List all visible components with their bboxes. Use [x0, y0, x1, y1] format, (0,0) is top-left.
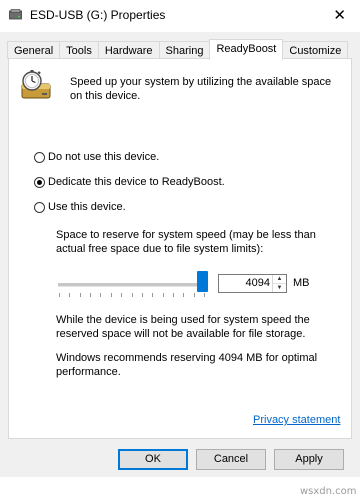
tab-tools[interactable]: Tools — [59, 41, 99, 59]
option-do-not-use[interactable]: Do not use this device. — [34, 151, 159, 163]
option-dedicate[interactable]: Dedicate this device to ReadyBoost. — [34, 176, 225, 188]
ok-button[interactable]: OK — [118, 449, 188, 470]
title-bar: ESD-USB (G:) Properties ✕ — [0, 0, 360, 32]
slider-tick — [204, 293, 205, 297]
cancel-button[interactable]: Cancel — [196, 449, 266, 470]
slider-tick — [131, 293, 133, 297]
slider-tick — [183, 293, 185, 297]
option-label[interactable]: Do not use this device. — [48, 151, 159, 163]
slider-tick — [90, 293, 92, 297]
recommendation-text: Windows recommends reserving 4094 MB for… — [56, 352, 318, 378]
intro-text: Speed up your system by utilizing the av… — [70, 76, 332, 102]
option-label[interactable]: Dedicate this device to ReadyBoost. — [48, 176, 225, 188]
slider-fill — [58, 283, 201, 286]
tab-customize[interactable]: Customize — [282, 41, 349, 59]
reserve-slider-thumb[interactable] — [196, 271, 208, 292]
reserve-slider-track[interactable] — [58, 283, 201, 287]
tab-readyboost[interactable]: ReadyBoost — [209, 39, 284, 60]
watermark: wsxdn.com — [300, 486, 357, 497]
slider-tick — [121, 293, 123, 297]
slider-tick — [152, 293, 154, 297]
slider-tick — [110, 293, 112, 297]
spin-up-icon[interactable]: ▲ — [273, 275, 286, 284]
reserve-label: Space to reserve for system speed (may b… — [56, 229, 316, 255]
spin-buttons: ▲ ▼ — [272, 275, 286, 292]
unit-label: MB — [293, 277, 310, 289]
tab-hardware[interactable]: Hardware — [97, 41, 160, 59]
readyboost-panel: Speed up your system by utilizing the av… — [8, 58, 352, 439]
tab-strip: General Tools Hardware Sharing ReadyBoos… — [7, 39, 349, 60]
storage-note: While the device is being used for syste… — [56, 314, 310, 340]
radio-use-device[interactable] — [34, 201, 45, 213]
privacy-statement-link[interactable]: Privacy statement — [253, 414, 340, 426]
slider-ticks — [59, 293, 207, 297]
option-use-device[interactable]: Use this device. — [34, 201, 126, 213]
slider-tick — [100, 293, 102, 297]
slider-tick — [162, 293, 164, 297]
tab-sharing[interactable]: Sharing — [158, 41, 211, 59]
apply-button[interactable]: Apply — [274, 449, 344, 470]
slider-tick — [79, 293, 81, 297]
drive-icon — [9, 9, 22, 20]
tab-general[interactable]: General — [7, 41, 61, 59]
slider-tick — [69, 293, 71, 297]
close-icon[interactable]: ✕ — [333, 6, 346, 24]
properties-dialog: General Tools Hardware Sharing ReadyBoos… — [0, 32, 360, 497]
slider-tick — [59, 293, 60, 297]
slider-tick — [193, 293, 195, 297]
reserve-size-spinbox[interactable]: 4094 ▲ ▼ — [218, 274, 287, 293]
radio-dedicate[interactable] — [34, 176, 45, 188]
window-title: ESD-USB (G:) Properties — [30, 8, 166, 22]
slider-tick — [141, 293, 143, 297]
spin-down-icon[interactable]: ▼ — [273, 284, 286, 292]
slider-tick — [172, 293, 174, 297]
readyboost-icon — [21, 70, 51, 99]
radio-do-not-use[interactable] — [34, 151, 45, 163]
option-label[interactable]: Use this device. — [48, 201, 126, 213]
reserve-size-value[interactable]: 4094 — [246, 277, 270, 289]
